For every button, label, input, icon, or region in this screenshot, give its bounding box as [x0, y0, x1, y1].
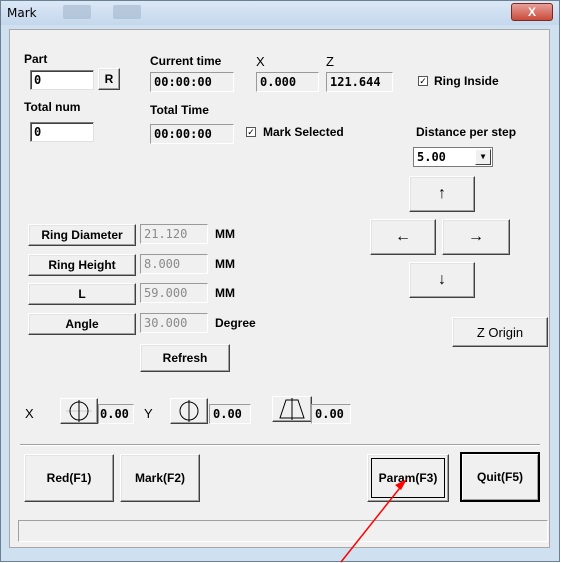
annotation-arrow	[340, 483, 404, 563]
arrow-head-icon	[395, 479, 407, 490]
annotation-overlay	[340, 479, 407, 563]
